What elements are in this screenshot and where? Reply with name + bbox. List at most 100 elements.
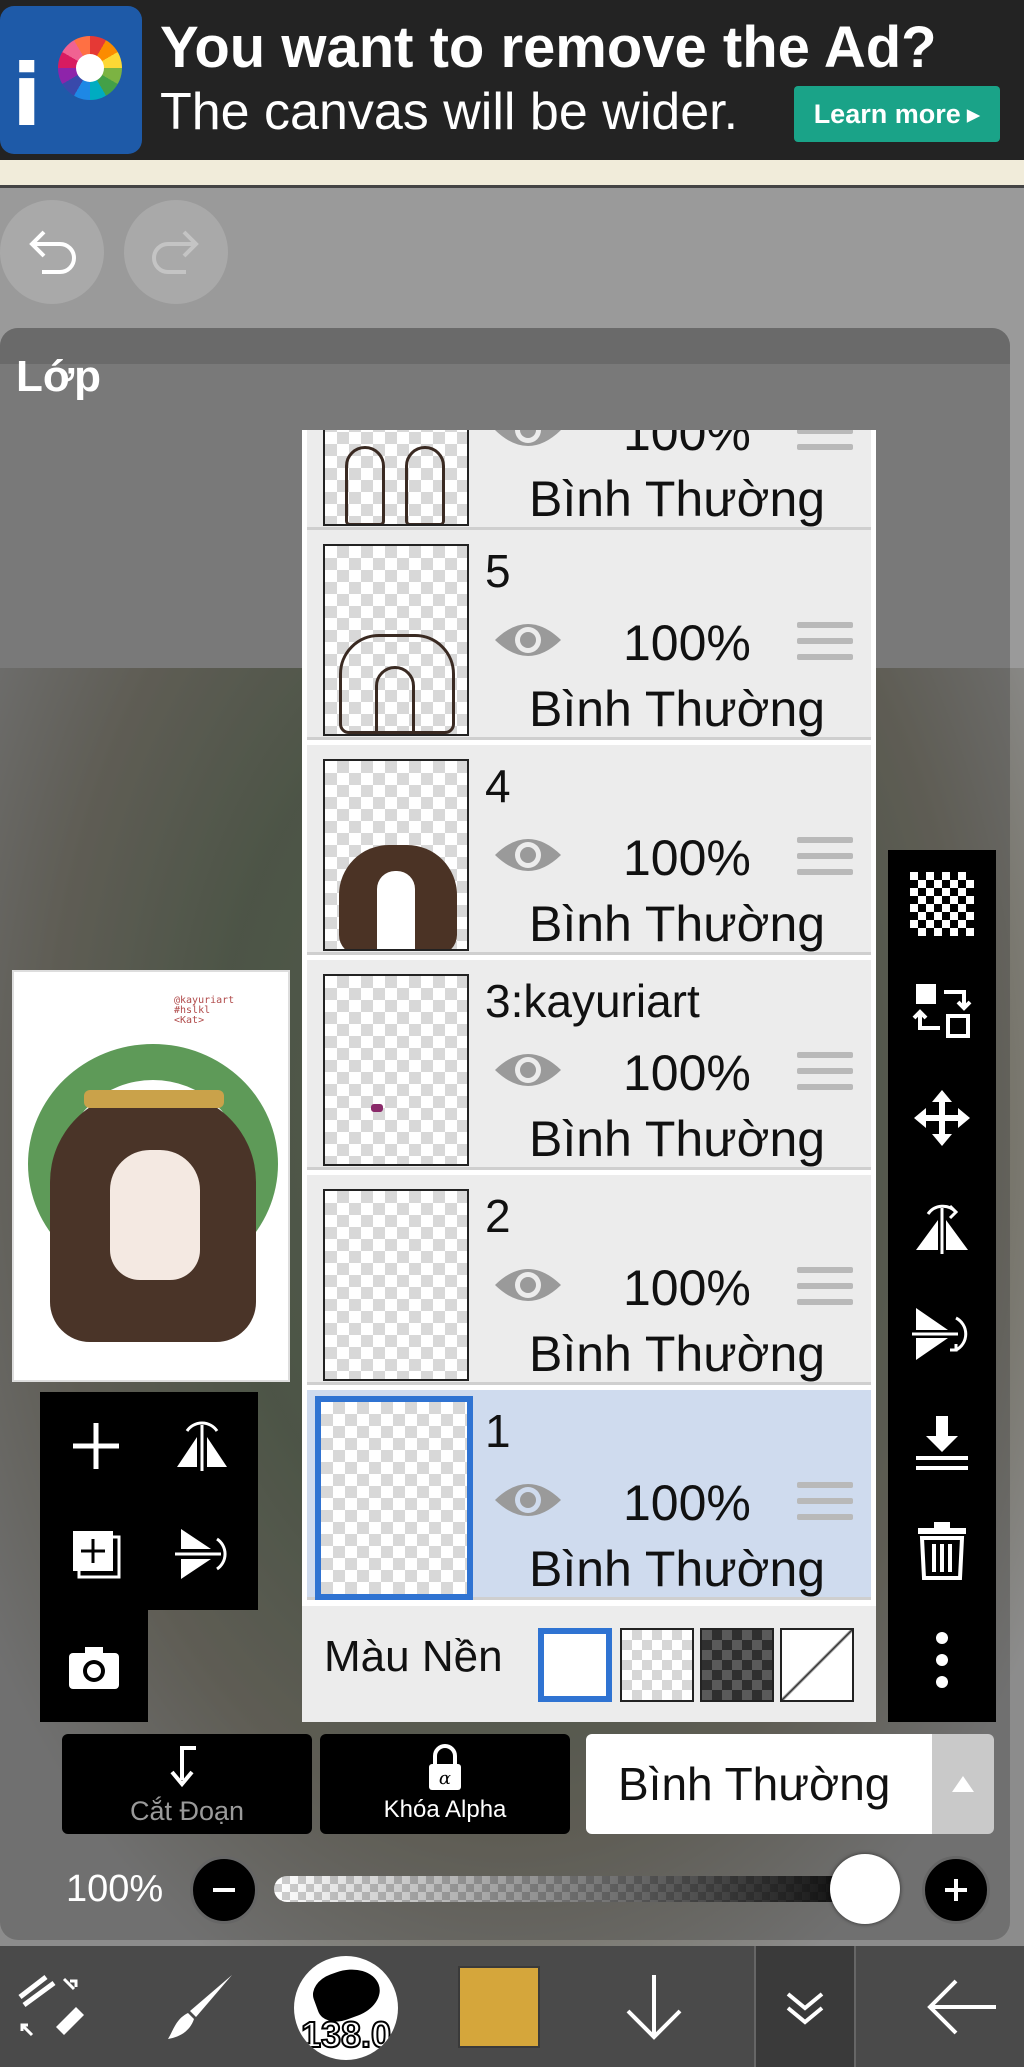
eye-icon[interactable]	[491, 430, 565, 456]
add-copy-layer-button[interactable]	[46, 1504, 146, 1604]
layer-tools-left	[40, 1392, 258, 1610]
layer-opacity: 100%	[623, 830, 751, 886]
bg-dark-checker-swatch[interactable]	[700, 1628, 774, 1702]
blend-mode-toggle[interactable]	[932, 1734, 994, 1834]
layer-thumbnail	[323, 544, 469, 736]
play-arrow-icon: ▸	[966, 98, 981, 129]
drag-handle-icon[interactable]	[797, 1052, 853, 1096]
trash-icon	[918, 1522, 966, 1580]
background-color-row: Màu Nền	[302, 1606, 876, 1722]
layer-blend-mode: Bình Thường	[529, 471, 826, 527]
bg-light-checker-swatch[interactable]	[620, 1628, 694, 1702]
drag-handle-icon[interactable]	[797, 1482, 853, 1526]
opacity-increase-button[interactable]	[922, 1856, 990, 1924]
layer-row[interactable]: 4 100% Bình Thường	[307, 745, 871, 955]
delete-layer-button[interactable]	[902, 1510, 982, 1590]
flip-vertical-right-button[interactable]	[902, 1294, 982, 1374]
layer-row[interactable]: 5 100% Bình Thường	[307, 530, 871, 740]
layer-thumbnail	[323, 759, 469, 951]
bg-white-swatch[interactable]	[538, 1628, 612, 1702]
more-vertical-icon	[936, 1632, 948, 1688]
layer-row[interactable]: 3:kayuriart 100% Bình Thường	[307, 960, 871, 1170]
lock-icon: α	[429, 1744, 461, 1790]
layer-name: 3:kayuriart	[485, 975, 700, 1027]
plus-icon	[945, 1879, 967, 1901]
flip-vertical-icon	[912, 1308, 968, 1360]
move-icon	[914, 1090, 970, 1146]
opacity-slider-knob[interactable]	[830, 1854, 900, 1924]
flip-vertical-button[interactable]	[152, 1504, 252, 1604]
layer-name: 1	[485, 1405, 511, 1457]
clipping-button[interactable]: Cắt Đoạn	[62, 1734, 312, 1834]
thumb-art	[375, 666, 415, 734]
opacity-slider-track[interactable]	[274, 1876, 888, 1902]
eye-icon[interactable]	[491, 829, 565, 881]
merge-down-button[interactable]	[902, 1402, 982, 1482]
color-wheel-icon	[58, 36, 122, 100]
preview-crown	[84, 1090, 224, 1108]
layer-name: 2	[485, 1190, 511, 1242]
layer-panel-title: Lớp	[16, 352, 102, 401]
layer-row-selected[interactable]: 1 100% Bình Thường	[307, 1390, 871, 1600]
layer-opacity: 100%	[623, 1260, 751, 1316]
minus-icon	[213, 1888, 235, 1892]
svg-text:α: α	[439, 1768, 451, 1789]
layer-menu-button[interactable]	[754, 1946, 856, 2067]
bg-none-swatch[interactable]	[780, 1628, 854, 1702]
layer-blend-mode: Bình Thường	[529, 1541, 826, 1597]
redo-button[interactable]	[124, 200, 228, 304]
learn-more-button[interactable]: Learn more ▸	[794, 86, 1000, 142]
ad-banner[interactable]: i You want to remove the Ad? The canvas …	[0, 0, 1024, 160]
layer-blend-mode: Bình Thường	[529, 1326, 826, 1382]
eye-icon[interactable]	[491, 1044, 565, 1096]
layer-row[interactable]: 2 100% Bình Thường	[307, 1175, 871, 1385]
opacity-decrease-button[interactable]	[190, 1856, 258, 1924]
layer-thumbnail	[323, 974, 469, 1166]
more-options-button[interactable]	[902, 1620, 982, 1700]
add-layer-icon	[73, 1423, 119, 1469]
brush-tool-button[interactable]	[150, 1946, 250, 2067]
transform-tool-button[interactable]	[0, 1946, 100, 2067]
move-button[interactable]	[902, 1078, 982, 1158]
undo-icon	[29, 230, 76, 274]
layer-thumbnail	[315, 1396, 473, 1600]
layer-blend-mode: Bình Thường	[529, 681, 826, 737]
ibispaint-logo-icon: i	[0, 6, 142, 154]
layer-row[interactable]: 100% Bình Thường	[307, 430, 871, 530]
brush-size-button[interactable]: 138.0	[294, 1956, 398, 2060]
layer-list[interactable]: 100% Bình Thường 5 100% Bình Thường 4 10…	[302, 430, 876, 1722]
drag-handle-icon[interactable]	[797, 622, 853, 666]
arrow-down-icon	[626, 1974, 682, 2040]
eye-icon[interactable]	[491, 1474, 565, 1526]
clipping-label: Cắt Đoạn	[129, 1796, 245, 1826]
canvas-preview[interactable]: @kayuriart #hslkl <Kat>	[12, 970, 290, 1382]
transparency-button[interactable]	[902, 864, 982, 944]
color-swatch[interactable]	[458, 1966, 540, 2048]
preview-face	[110, 1150, 200, 1280]
drag-handle-icon[interactable]	[797, 837, 853, 881]
layer-thumbnail	[323, 1189, 469, 1381]
undo-button[interactable]	[0, 200, 104, 304]
add-layer-button[interactable]	[46, 1396, 146, 1496]
thumb-art	[405, 446, 445, 524]
camera-button[interactable]	[44, 1616, 144, 1716]
eye-icon[interactable]	[491, 1259, 565, 1311]
preview-signature: @kayuriart #hslkl <Kat>	[174, 996, 234, 1026]
merge-down-icon	[916, 1416, 968, 1470]
eye-icon[interactable]	[491, 614, 565, 666]
layer-opacity: 100%	[623, 615, 751, 671]
layer-down-button[interactable]	[604, 1946, 704, 2067]
back-button[interactable]	[900, 1946, 1024, 2067]
thumb-art	[371, 1104, 383, 1112]
swap-layers-button[interactable]	[902, 970, 982, 1050]
drag-handle-icon[interactable]	[797, 430, 853, 456]
back-arrow-icon	[927, 1979, 996, 2034]
flip-horizontal-right-button[interactable]	[902, 1186, 982, 1266]
flip-horizontal-button[interactable]	[152, 1396, 252, 1496]
ad-title: You want to remove the Ad?	[160, 15, 937, 80]
blend-mode-select[interactable]: Bình Thường	[586, 1734, 932, 1834]
ad-subtitle: The canvas will be wider.	[160, 83, 739, 141]
alpha-lock-button[interactable]: α Khóa Alpha	[320, 1734, 570, 1834]
learn-more-label: Learn more	[813, 98, 961, 129]
drag-handle-icon[interactable]	[797, 1267, 853, 1311]
